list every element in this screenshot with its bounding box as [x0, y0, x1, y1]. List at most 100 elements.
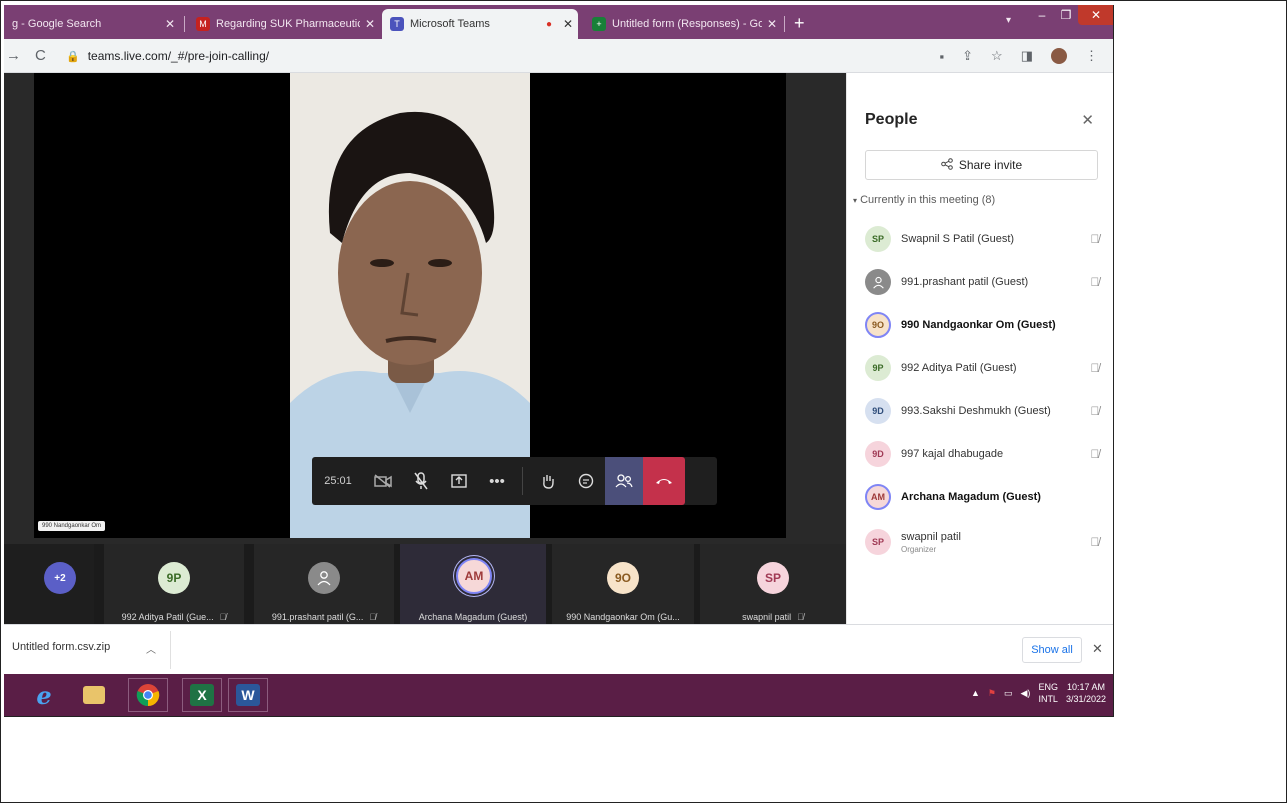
close-icon[interactable]: ✕ [1081, 111, 1094, 129]
avatar: SP [865, 226, 891, 252]
participant-tile[interactable]: 9P 992 Aditya Patil (Gue... 🎙̸ [104, 544, 244, 624]
participant-row[interactable]: 9P 992 Aditya Patil (Guest) 🎙̸ [865, 352, 1105, 384]
mic-off-icon: 🎙̸ [797, 612, 804, 622]
chat-icon[interactable] [567, 457, 605, 505]
recording-dot-icon: ● [545, 18, 552, 30]
keyboard-layout: INTL [1038, 694, 1058, 704]
participant-row[interactable]: AM Archana Magadum (Guest) [865, 481, 1105, 513]
tab-gmail[interactable]: M Regarding SUK Pharmaceutics I ✕ [188, 9, 380, 39]
mic-off-icon: 🎙̸ [1090, 275, 1100, 289]
reload-icon[interactable]: C [35, 47, 46, 64]
more-options-icon[interactable]: ••• [478, 457, 516, 505]
section-label: Currently in this meeting (8) [860, 194, 996, 206]
avatar: 9P [158, 562, 190, 594]
mic-off-icon[interactable] [402, 457, 440, 505]
tab-search-chevron-icon[interactable]: ▾ [1006, 15, 1011, 26]
camera-icon[interactable]: ▪ [940, 49, 945, 64]
forward-arrow-icon[interactable]: → [6, 47, 21, 64]
close-icon[interactable]: ✕ [160, 17, 180, 31]
participant-tile-name: 990 Nandgaonkar Om (Gu... [552, 612, 694, 622]
menu-kebab-icon[interactable]: ⋮ [1085, 48, 1098, 64]
tile-name-text: 990 Nandgaonkar Om (Gu... [566, 612, 680, 622]
person-icon [872, 276, 884, 289]
participant-tile[interactable]: 9O 990 Nandgaonkar Om (Gu... [552, 544, 694, 624]
chrome-icon[interactable] [128, 678, 168, 712]
chevron-up-icon[interactable]: ︿ [146, 641, 156, 656]
participant-row[interactable]: 9D 997 kajal dhabugade 🎙̸ [865, 438, 1105, 470]
language-indicator[interactable]: ENG INTL [1038, 681, 1058, 705]
participant-role: Organizer [901, 544, 937, 554]
sheets-icon: + [592, 17, 606, 31]
volume-icon[interactable]: ◀) [1021, 688, 1031, 699]
participant-row[interactable]: 991.prashant patil (Guest) 🎙̸ [865, 266, 1105, 298]
participant-name: 990 Nandgaonkar Om (Guest) [901, 319, 1056, 331]
meeting-stage: 990 Nandgaonkar Om 25:01 ••• +2 9P 992 A… [4, 73, 846, 624]
url-field[interactable]: 🔒 teams.live.com/_#/pre-join-calling/ [66, 46, 936, 66]
internet-explorer-icon[interactable]: e [24, 678, 64, 712]
system-tray: ▲ ⚑ ▭ ◀) ENG INTL 10:17 AM 3/31/2022 [971, 681, 1106, 705]
action-center-flag-icon[interactable]: ⚑ [988, 688, 996, 699]
call-control-bar: 25:01 ••• [312, 457, 717, 505]
share-icon [941, 157, 953, 173]
file-explorer-icon[interactable] [74, 678, 114, 712]
avatar: SP [757, 562, 789, 594]
camera-off-icon[interactable] [364, 457, 402, 505]
hang-up-icon[interactable] [643, 457, 685, 505]
tab-title: Microsoft Teams [410, 18, 490, 30]
close-icon[interactable]: ✕ [558, 17, 578, 31]
mic-off-icon: 🎙̸ [1090, 232, 1100, 246]
profile-avatar[interactable] [1051, 48, 1067, 64]
section-header-in-meeting[interactable]: ▾ Currently in this meeting (8) [853, 194, 995, 206]
download-item[interactable]: Untitled form.csv.zip [12, 641, 110, 653]
tile-name-text: Archana Magadum (Guest) [418, 612, 528, 622]
restore-icon[interactable]: ❐ [1054, 5, 1078, 25]
minimize-icon[interactable]: – [1030, 5, 1054, 25]
window-close-icon[interactable]: ✕ [1078, 5, 1113, 25]
side-panel-icon[interactable]: ◨ [1021, 48, 1033, 64]
show-hidden-icons-icon[interactable]: ▲ [971, 688, 980, 698]
share-invite-button[interactable]: Share invite [865, 150, 1098, 180]
close-icon[interactable]: ✕ [762, 17, 782, 31]
participant-tile[interactable]: AM Archana Magadum (Guest) [400, 544, 546, 624]
tab-microsoft-teams[interactable]: T Microsoft Teams ● ✕ [382, 9, 578, 39]
participant-tile[interactable]: 991.prashant patil (G... 🎙̸ [254, 544, 394, 624]
participant-tile-name: 991.prashant patil (G... 🎙̸ [254, 612, 394, 622]
new-tab-button[interactable]: + [794, 14, 805, 32]
overflow-tile[interactable]: +2 [4, 544, 94, 624]
share-invite-label: Share invite [958, 158, 1023, 172]
mic-off-icon: 🎙̸ [1090, 404, 1100, 418]
clock[interactable]: 10:17 AM 3/31/2022 [1066, 681, 1106, 705]
raise-hand-icon[interactable] [529, 457, 567, 505]
word-icon[interactable]: W [228, 678, 268, 712]
participant-name: 991.prashant patil (Guest) [901, 276, 1029, 288]
participant-row[interactable]: 9O 990 Nandgaonkar Om (Guest) [865, 309, 1105, 341]
browser-tab-strip: g - Google Search ✕ M Regarding SUK Phar… [4, 5, 1113, 39]
avatar [865, 269, 891, 295]
bookmark-star-icon[interactable]: ☆ [991, 48, 1003, 64]
close-icon[interactable]: ✕ [1092, 641, 1103, 657]
show-all-button[interactable]: Show all [1022, 637, 1082, 663]
network-icon[interactable]: ▭ [1004, 688, 1013, 699]
excel-icon[interactable]: X [182, 678, 222, 712]
people-icon[interactable] [605, 457, 643, 505]
share-icon[interactable]: ⇪ [962, 48, 973, 64]
participant-row[interactable]: SP swapnil patil Organizer 🎙̸ [865, 526, 1105, 558]
participant-tile[interactable]: SP swapnil patil 🎙̸ [700, 544, 846, 624]
address-bar: → C 🔒 teams.live.com/_#/pre-join-calling… [4, 39, 1113, 73]
mic-off-icon: 🎙̸ [1090, 447, 1100, 461]
participant-name: Swapnil S Patil (Guest) [901, 233, 1015, 245]
tab-google-search[interactable]: g - Google Search ✕ [4, 9, 180, 39]
close-icon[interactable]: ✕ [360, 17, 380, 31]
participant-row[interactable]: 9D 993.Sakshi Deshmukh (Guest) 🎙̸ [865, 395, 1105, 427]
video-letterbox-left [34, 73, 290, 538]
collapse-chevron-icon: ▾ [853, 196, 858, 205]
tab-google-forms-responses[interactable]: + Untitled form (Responses) - Goo ✕ [584, 9, 782, 39]
url-text: teams.live.com/_#/pre-join-calling/ [87, 49, 270, 63]
tab-separator [784, 16, 785, 32]
share-screen-icon[interactable] [440, 457, 478, 505]
language-code: ENG [1038, 682, 1058, 692]
panel-title: People [865, 111, 918, 128]
participant-row[interactable]: SP Swapnil S Patil (Guest) 🎙̸ [865, 223, 1105, 255]
participant-name: swapnil patil [901, 530, 961, 543]
overflow-count-badge[interactable]: +2 [44, 562, 76, 594]
